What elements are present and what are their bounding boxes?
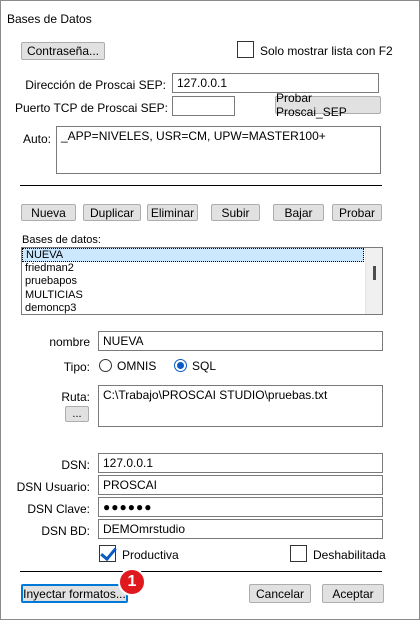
move-up-button[interactable]: Subir	[211, 204, 260, 221]
auto-label: Auto:	[23, 132, 52, 146]
dsn-db-label: DSN BD:	[41, 524, 90, 538]
accept-button[interactable]: Aceptar	[322, 584, 384, 603]
port-label: Puerto TCP de Proscai SEP:	[15, 101, 168, 115]
cancel-button[interactable]: Cancelar	[249, 584, 311, 603]
path-browse-button[interactable]: ...	[65, 406, 89, 422]
new-button[interactable]: Nueva	[21, 204, 76, 221]
auto-field[interactable]: _APP=NIVELES, USR=CM, UPW=MASTER100+	[56, 126, 381, 174]
disabled-label: Deshabilitada	[313, 548, 386, 562]
dsn-password-label: DSN Clave:	[27, 502, 90, 516]
databases-listbox[interactable]: NUEVA friedman2 pruebapos MULTICIAS demo…	[21, 247, 383, 315]
address-label: Dirección de Proscai SEP:	[25, 78, 166, 92]
list-item[interactable]: friedman2	[22, 262, 364, 276]
databases-label: Bases de datos:	[22, 234, 101, 246]
duplicate-button[interactable]: Duplicar	[83, 204, 141, 221]
only-list-checkbox[interactable]	[237, 41, 254, 58]
move-down-button[interactable]: Bajar	[273, 204, 324, 221]
only-list-label: Solo mostrar lista con F2	[260, 44, 393, 58]
type-omnis-label: OMNIS	[117, 359, 157, 373]
dsn-db-field[interactable]: DEMOmrstudio	[98, 519, 383, 539]
step-badge: 1	[118, 568, 146, 596]
scroll-thumb[interactable]	[373, 266, 376, 280]
test-sep-button[interactable]: Probar Proscai_SEP	[275, 91, 381, 119]
delete-button[interactable]: Eliminar	[147, 204, 198, 221]
dsn-user-field[interactable]: PROSCAI	[98, 475, 383, 495]
password-button[interactable]: Contraseña...	[21, 42, 105, 60]
list-item[interactable]: MULTICIAS	[22, 289, 364, 303]
inject-formats-button[interactable]: Inyectar formatos...	[21, 584, 128, 603]
window-title: Bases de Datos	[7, 12, 92, 26]
port-field[interactable]	[172, 96, 235, 116]
list-scrollbar[interactable]	[365, 248, 382, 314]
list-item[interactable]: pruebapos	[22, 275, 364, 289]
productive-label: Productiva	[122, 548, 179, 562]
path-label: Ruta:	[61, 390, 90, 404]
address-field[interactable]: 127.0.0.1	[172, 73, 379, 93]
productive-checkbox[interactable]	[99, 545, 116, 562]
name-field[interactable]: NUEVA	[98, 331, 383, 351]
dsn-label: DSN:	[61, 458, 90, 472]
divider-bottom	[20, 571, 382, 572]
dsn-password-field[interactable]: ●●●●●●	[98, 497, 383, 517]
divider-top	[20, 185, 382, 186]
list-item[interactable]: demoncp3	[22, 302, 364, 314]
test-db-button[interactable]: Probar	[332, 204, 382, 221]
name-label: nombre	[49, 335, 90, 349]
disabled-checkbox[interactable]	[290, 545, 307, 562]
list-item[interactable]: NUEVA	[22, 248, 364, 262]
type-label: Tipo:	[63, 360, 90, 374]
dsn-user-label: DSN Usuario:	[16, 480, 90, 494]
dsn-field[interactable]: 127.0.0.1	[98, 453, 383, 473]
database-dialog: Bases de Datos Contraseña... Solo mostra…	[0, 0, 420, 620]
path-field[interactable]: C:\Trabajo\PROSCAI STUDIO\pruebas.txt	[98, 385, 383, 427]
type-sql-radio[interactable]	[174, 359, 187, 372]
type-sql-label: SQL	[192, 359, 217, 373]
type-omnis-radio[interactable]	[99, 359, 112, 372]
